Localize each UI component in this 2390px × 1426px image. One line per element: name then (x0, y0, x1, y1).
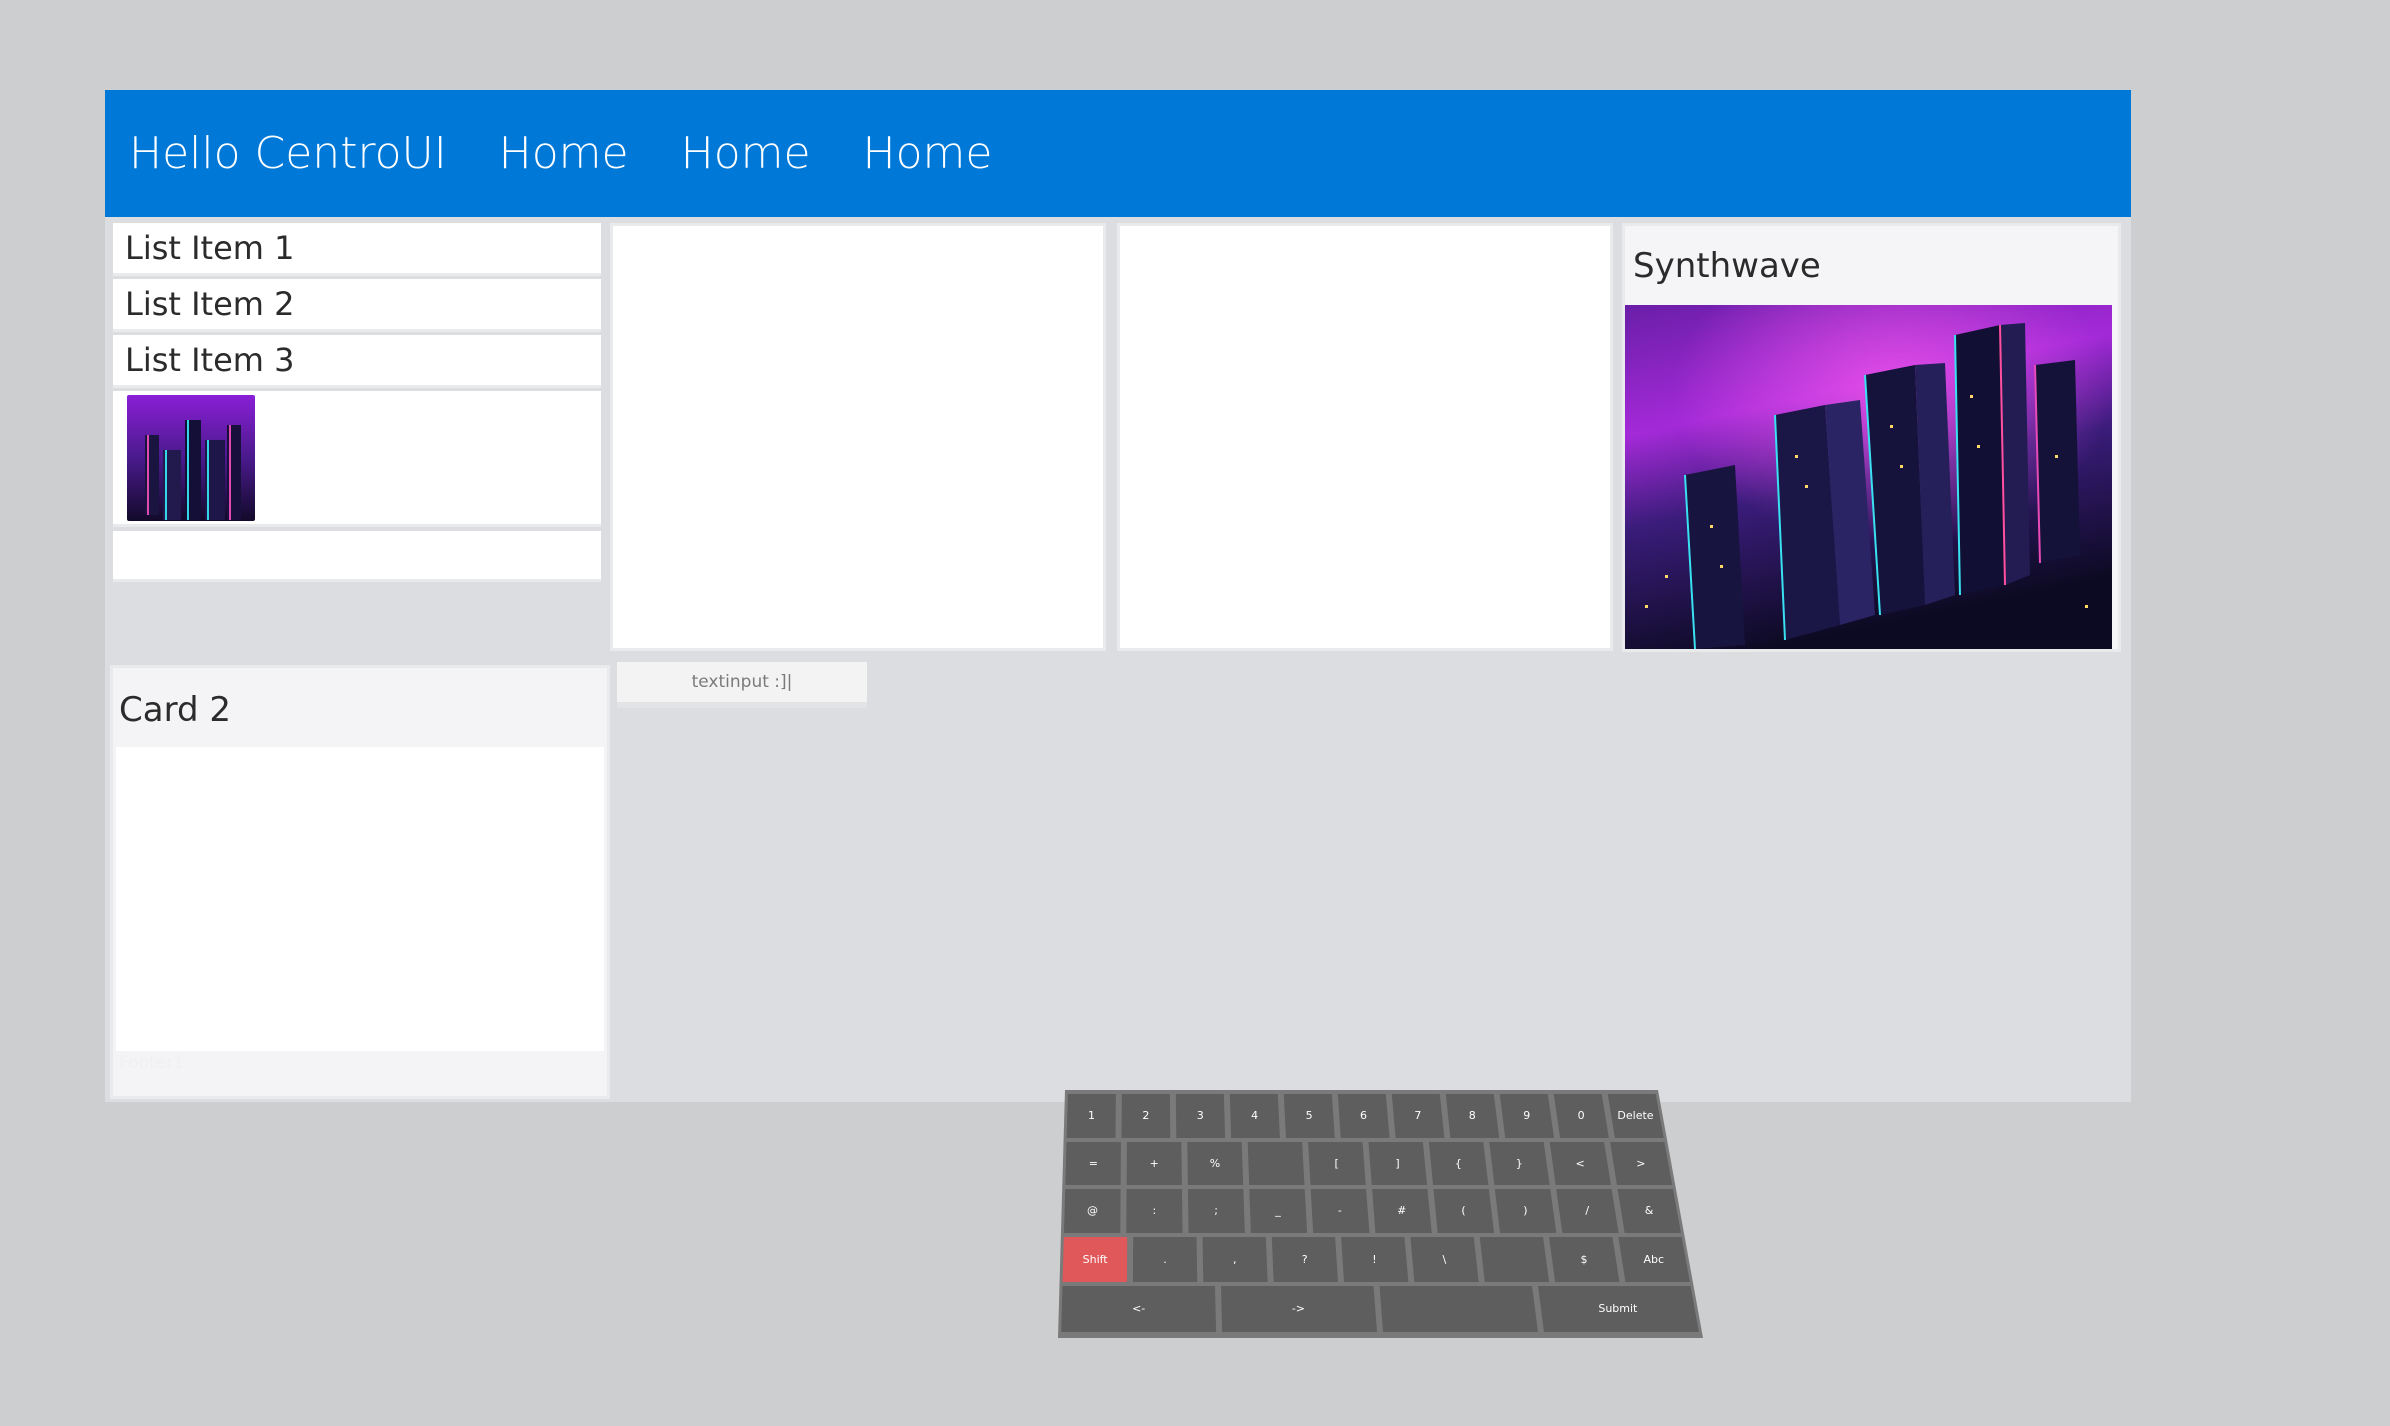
list-item-1[interactable]: List Item 1 (113, 223, 601, 273)
key-,[interactable]: , (1203, 1237, 1267, 1282)
card2-title: Card 2 (119, 690, 231, 730)
key-blank[interactable] (1381, 1286, 1535, 1332)
key->[interactable]: > (1613, 1142, 1668, 1185)
key--[interactable]: - (1312, 1189, 1368, 1233)
card-2: Card 2 Footer1 (113, 668, 607, 1096)
virtual-keyboard: 1 2 3 4 5 6 7 8 9 0 Delete = +% []{} < > @:; _ - #() / & Shift… (1058, 1090, 1708, 1340)
key-;[interactable]: ; (1188, 1189, 1244, 1233)
nav-home-3[interactable]: Home (863, 128, 993, 179)
key-}[interactable]: } (1492, 1142, 1547, 1185)
card2-header: Card 2 (113, 668, 607, 746)
key-<[interactable]: < (1553, 1142, 1608, 1185)
key-\[interactable]: \ (1412, 1237, 1476, 1282)
key-blank[interactable] (1248, 1142, 1303, 1185)
key-3[interactable]: 3 (1176, 1094, 1224, 1138)
list-item-2[interactable]: List Item 2 (113, 279, 601, 329)
key-blank[interactable] (1482, 1237, 1546, 1282)
key-#[interactable]: # (1374, 1189, 1430, 1233)
key-Submit[interactable]: Submit (1541, 1286, 1695, 1332)
card2-body (116, 747, 604, 1051)
empty-card-1 (613, 226, 1103, 648)
text-input[interactable]: textinput :]| (617, 662, 867, 708)
key-?[interactable]: ? (1273, 1237, 1337, 1282)
key-0[interactable]: 0 (1557, 1094, 1605, 1138)
key-Abc[interactable]: Abc (1622, 1237, 1686, 1282)
key-6[interactable]: 6 (1339, 1094, 1387, 1138)
key-5[interactable]: 5 (1285, 1094, 1333, 1138)
key-=[interactable]: = (1066, 1142, 1121, 1185)
key-[[interactable]: [ (1309, 1142, 1364, 1185)
navbar: Hello CentroUI Home Home Home (105, 90, 2131, 217)
key-1[interactable]: 1 (1067, 1094, 1115, 1138)
empty-card-2 (1120, 226, 1610, 648)
nav-home-2[interactable]: Home (681, 128, 811, 179)
key-_[interactable]: _ (1250, 1189, 1306, 1233)
key-Shift[interactable]: Shift (1063, 1237, 1127, 1282)
app-title: Hello CentroUI (129, 128, 447, 179)
synthwave-thumbnail (127, 395, 255, 521)
list-item-empty[interactable] (113, 531, 601, 579)
key-{[interactable]: { (1431, 1142, 1486, 1185)
key-@[interactable]: @ (1065, 1189, 1121, 1233)
app-panel: Hello CentroUI Home Home Home List Item … (105, 90, 2131, 1102)
key-([interactable]: ( (1436, 1189, 1492, 1233)
key-7[interactable]: 7 (1394, 1094, 1442, 1138)
key-.[interactable]: . (1133, 1237, 1197, 1282)
key-8[interactable]: 8 (1448, 1094, 1496, 1138)
text-input-value: textinput :]| (691, 672, 793, 692)
key-:[interactable]: : (1126, 1189, 1182, 1233)
key-+[interactable]: + (1127, 1142, 1182, 1185)
list-item-label: List Item 2 (125, 285, 295, 323)
synthwave-image (1625, 305, 2112, 649)
list-item-label: List Item 3 (125, 341, 295, 379)
key-)[interactable]: ) (1497, 1189, 1553, 1233)
list-item-label: List Item 1 (125, 229, 295, 267)
card2-footer: Footer1 (119, 1053, 184, 1073)
key-/[interactable]: / (1559, 1189, 1615, 1233)
key-<-[interactable]: <- (1062, 1286, 1216, 1332)
key-&[interactable]: & (1621, 1189, 1677, 1233)
key-2[interactable]: 2 (1122, 1094, 1170, 1138)
list-item-image[interactable] (113, 391, 601, 524)
key-$[interactable]: $ (1552, 1237, 1616, 1282)
key-Delete[interactable]: Delete (1611, 1094, 1659, 1138)
key-9[interactable]: 9 (1503, 1094, 1551, 1138)
synthwave-card: Synthwave (1625, 226, 2118, 649)
key-%[interactable]: % (1188, 1142, 1243, 1185)
key-][interactable]: ] (1370, 1142, 1425, 1185)
key-->[interactable]: -> (1222, 1286, 1376, 1332)
key-![interactable]: ! (1343, 1237, 1407, 1282)
list-item-3[interactable]: List Item 3 (113, 335, 601, 385)
card-title: Synthwave (1633, 246, 1821, 286)
key-4[interactable]: 4 (1230, 1094, 1278, 1138)
nav-home-1[interactable]: Home (499, 128, 629, 179)
